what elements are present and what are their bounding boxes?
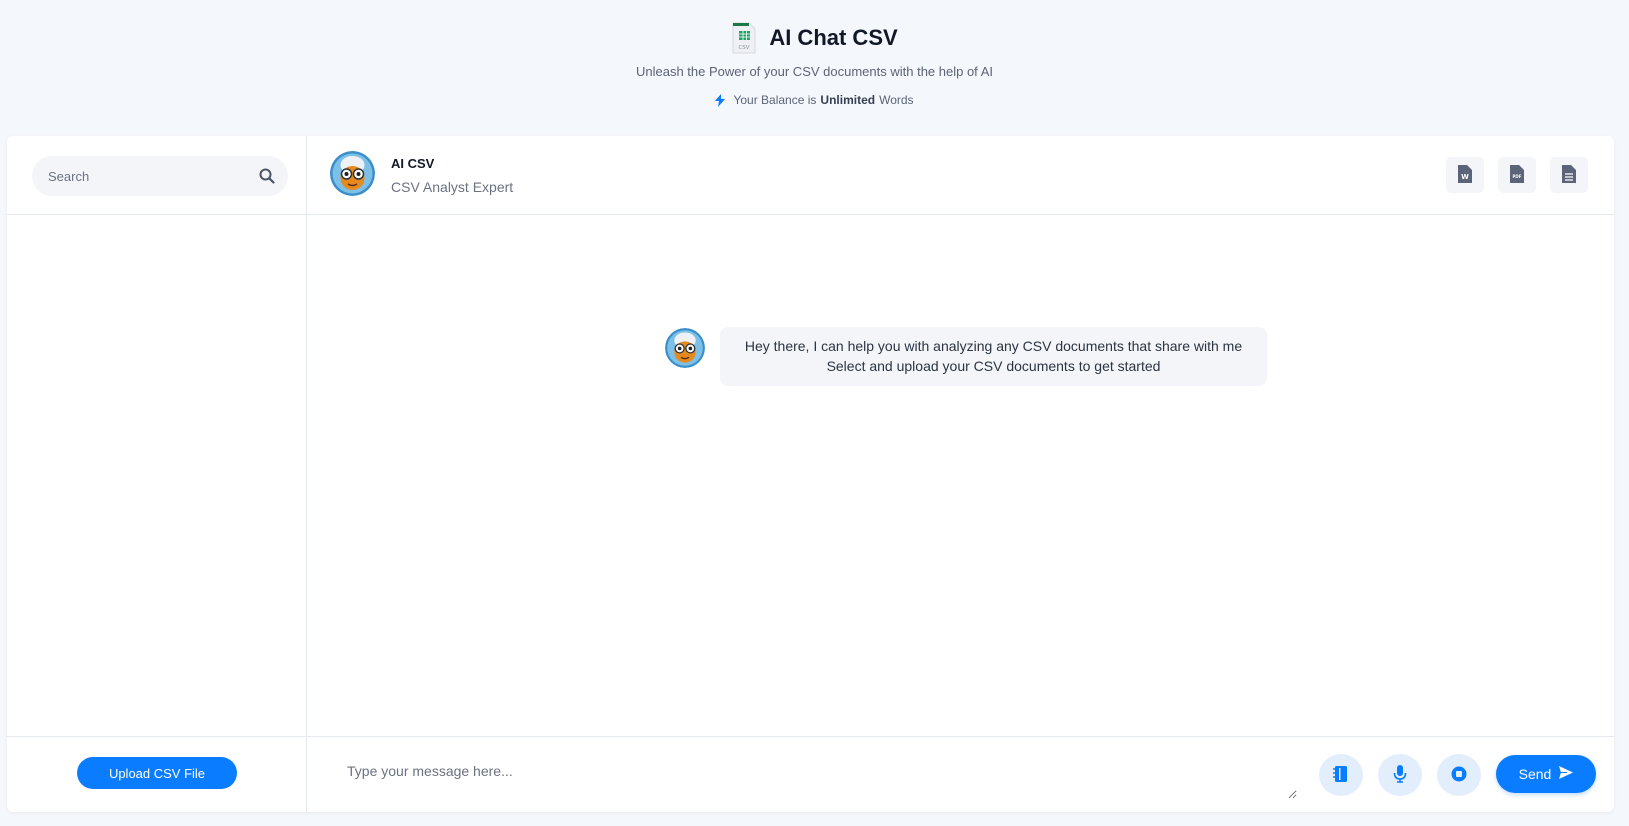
chat-footer: Send: [307, 736, 1614, 812]
balance-info: Your Balance is Unlimited Words: [0, 93, 1629, 107]
prompts-button[interactable]: [1319, 754, 1363, 796]
bot-role: CSV Analyst Expert: [391, 179, 514, 195]
search-box: [32, 156, 288, 196]
page-subtitle: Unleash the Power of your CSV documents …: [636, 64, 993, 79]
send-label: Send: [1518, 766, 1552, 782]
message-line: Hey there, I can help you with analyzing…: [744, 338, 1243, 354]
export-word-button[interactable]: W: [1446, 157, 1484, 193]
export-text-button[interactable]: [1550, 157, 1588, 193]
export-pdf-button[interactable]: PDF: [1498, 157, 1536, 193]
microphone-button[interactable]: [1378, 754, 1422, 796]
app-title: AI Chat CSV: [769, 25, 898, 50]
balance-prefix: Your Balance is: [733, 93, 817, 107]
message-bubble: Hey there, I can help you with analyzing…: [720, 327, 1267, 386]
avatar: [330, 151, 375, 196]
bot-name: AI CSV: [391, 156, 435, 171]
word-export-icon: W: [1458, 164, 1472, 186]
balance-value: Unlimited: [820, 93, 876, 107]
message-input[interactable]: [337, 755, 1297, 799]
search-icon[interactable]: [258, 167, 276, 185]
avatar: [665, 328, 705, 368]
page-header: CSV AI Chat CSV Unleash the Power of you…: [0, 0, 1629, 130]
text-export-icon: [1562, 164, 1576, 186]
search-input[interactable]: [32, 156, 242, 196]
sidebar-divider: [7, 214, 307, 215]
stop-button[interactable]: [1437, 754, 1481, 796]
notebook-icon: [1333, 765, 1349, 786]
balance-suffix: Words: [879, 93, 914, 107]
microphone-icon: [1393, 764, 1407, 786]
svg-text:PDF: PDF: [1513, 174, 1522, 179]
stop-icon: [1451, 766, 1467, 785]
message-list: Hey there, I can help you with analyzing…: [307, 216, 1614, 736]
pdf-export-icon: PDF: [1510, 164, 1524, 186]
svg-text:W: W: [1461, 173, 1469, 181]
title-row: CSV AI Chat CSV: [0, 22, 1629, 54]
send-icon: [1559, 766, 1574, 782]
send-button[interactable]: Send: [1496, 755, 1596, 793]
chat-card: Upload CSV File AI CSV CSV Analyst Exper…: [7, 136, 1614, 812]
chat-panel: AI CSV CSV Analyst Expert W PDF Hey ther…: [307, 136, 1614, 812]
sidebar: Upload CSV File: [7, 136, 307, 812]
message-line: Select and upload your CSV documents to …: [826, 358, 1161, 374]
logo-text: CSV: [739, 45, 750, 51]
chat-header: AI CSV CSV Analyst Expert W PDF: [307, 136, 1614, 215]
upload-csv-button[interactable]: Upload CSV File: [77, 757, 237, 789]
csv-file-icon: CSV: [731, 22, 757, 54]
sidebar-divider: [7, 736, 307, 737]
bolt-icon: [715, 93, 726, 107]
